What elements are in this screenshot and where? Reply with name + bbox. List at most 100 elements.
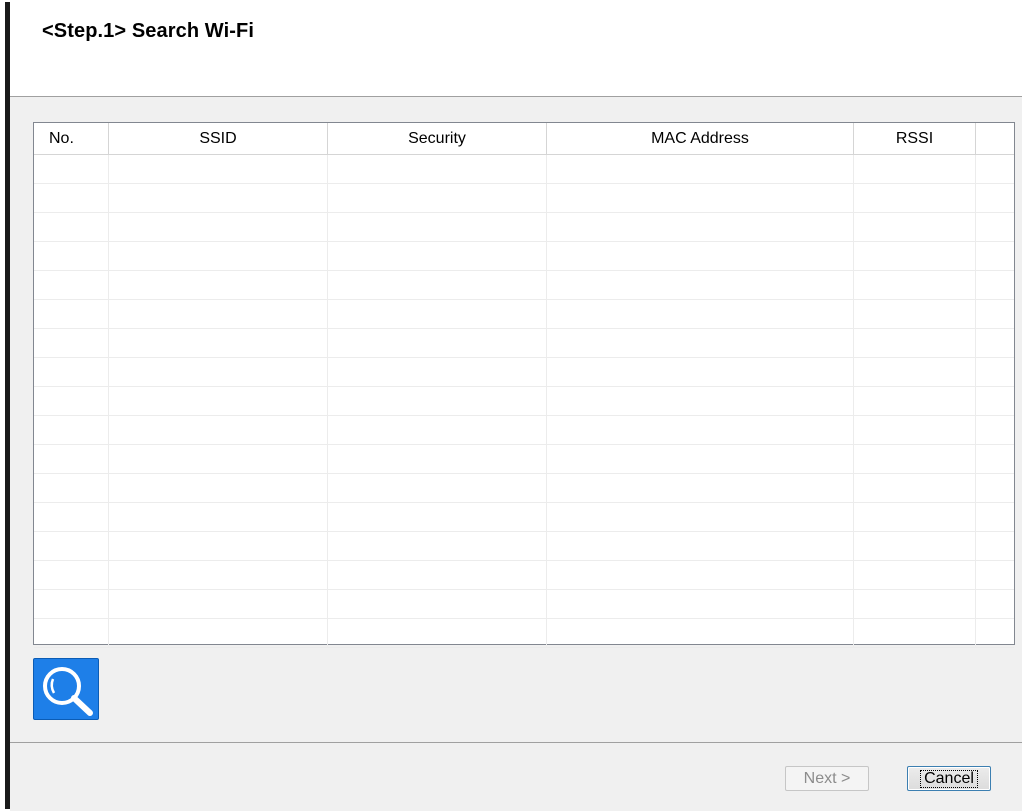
table-row — [34, 242, 1014, 271]
table-cell — [547, 300, 854, 328]
table-cell — [34, 445, 109, 473]
column-header-mac-address[interactable]: MAC Address — [547, 123, 854, 154]
table-row — [34, 300, 1014, 329]
table-cell — [547, 619, 854, 647]
table-row — [34, 561, 1014, 590]
table-cell — [547, 590, 854, 618]
table-cell — [34, 184, 109, 212]
table-cell — [854, 242, 976, 270]
table-row — [34, 213, 1014, 242]
table-row — [34, 358, 1014, 387]
table-cell — [854, 155, 976, 183]
table-cell — [547, 387, 854, 415]
table-cell — [109, 445, 328, 473]
table-cell — [547, 445, 854, 473]
table-cell — [34, 619, 109, 647]
table-cell — [34, 271, 109, 299]
table-cell — [34, 532, 109, 560]
table-cell — [328, 271, 547, 299]
table-row — [34, 184, 1014, 213]
table-cell — [328, 590, 547, 618]
table-cell — [854, 445, 976, 473]
table-cell — [976, 503, 1014, 531]
table-cell — [328, 532, 547, 560]
table-cell — [854, 474, 976, 502]
table-cell — [547, 155, 854, 183]
table-cell — [328, 387, 547, 415]
table-cell — [109, 619, 328, 647]
table-cell — [547, 184, 854, 212]
table-cell — [34, 387, 109, 415]
table-cell — [34, 561, 109, 589]
table-cell — [109, 532, 328, 560]
table-cell — [976, 184, 1014, 212]
table-cell — [109, 416, 328, 444]
table-cell — [976, 242, 1014, 270]
table-cell — [976, 300, 1014, 328]
table-cell — [976, 387, 1014, 415]
search-button[interactable] — [33, 658, 99, 720]
cancel-button-label: Cancel — [920, 769, 978, 788]
table-cell — [109, 271, 328, 299]
table-cell — [854, 387, 976, 415]
search-icon — [43, 667, 93, 716]
table-cell — [328, 561, 547, 589]
table-cell — [34, 503, 109, 531]
table-row — [34, 416, 1014, 445]
column-header-ssid[interactable]: SSID — [109, 123, 328, 154]
table-cell — [328, 155, 547, 183]
column-header-rssi[interactable]: RSSI — [854, 123, 976, 154]
table-cell — [854, 271, 976, 299]
column-header-filler — [976, 123, 1014, 154]
table-cell — [976, 590, 1014, 618]
column-header-security[interactable]: Security — [328, 123, 547, 154]
table-cell — [547, 271, 854, 299]
wifi-list-header: No. SSID Security MAC Address RSSI — [34, 123, 1014, 155]
table-cell — [34, 155, 109, 183]
table-cell — [854, 416, 976, 444]
table-cell — [547, 242, 854, 270]
table-cell — [976, 329, 1014, 357]
table-row — [34, 590, 1014, 619]
table-cell — [547, 416, 854, 444]
table-cell — [34, 300, 109, 328]
table-cell — [34, 329, 109, 357]
table-cell — [34, 474, 109, 502]
table-cell — [976, 561, 1014, 589]
table-cell — [328, 503, 547, 531]
next-button[interactable]: Next > — [785, 766, 869, 791]
table-cell — [976, 619, 1014, 647]
table-cell — [547, 358, 854, 386]
table-cell — [109, 387, 328, 415]
table-cell — [854, 561, 976, 589]
table-cell — [976, 155, 1014, 183]
table-cell — [328, 184, 547, 212]
table-row — [34, 532, 1014, 561]
table-cell — [547, 474, 854, 502]
table-cell — [328, 445, 547, 473]
table-cell — [976, 532, 1014, 560]
table-cell — [328, 619, 547, 647]
table-cell — [109, 590, 328, 618]
table-cell — [109, 300, 328, 328]
page-title: <Step.1> Search Wi-Fi — [42, 20, 254, 42]
window-edge — [0, 0, 10, 811]
table-cell — [547, 329, 854, 357]
table-cell — [109, 184, 328, 212]
table-cell — [976, 445, 1014, 473]
table-cell — [34, 416, 109, 444]
table-cell — [328, 329, 547, 357]
table-cell — [854, 213, 976, 241]
column-header-no[interactable]: No. — [34, 123, 109, 154]
table-cell — [547, 213, 854, 241]
cancel-button[interactable]: Cancel — [907, 766, 991, 791]
wizard-footer: Next > Cancel — [10, 744, 1022, 811]
wifi-list[interactable]: No. SSID Security MAC Address RSSI — [33, 122, 1015, 648]
wifi-list-rows — [34, 155, 1014, 648]
table-row — [34, 474, 1014, 503]
table-cell — [547, 561, 854, 589]
table-cell — [109, 242, 328, 270]
table-cell — [109, 474, 328, 502]
table-cell — [34, 590, 109, 618]
table-cell — [547, 503, 854, 531]
